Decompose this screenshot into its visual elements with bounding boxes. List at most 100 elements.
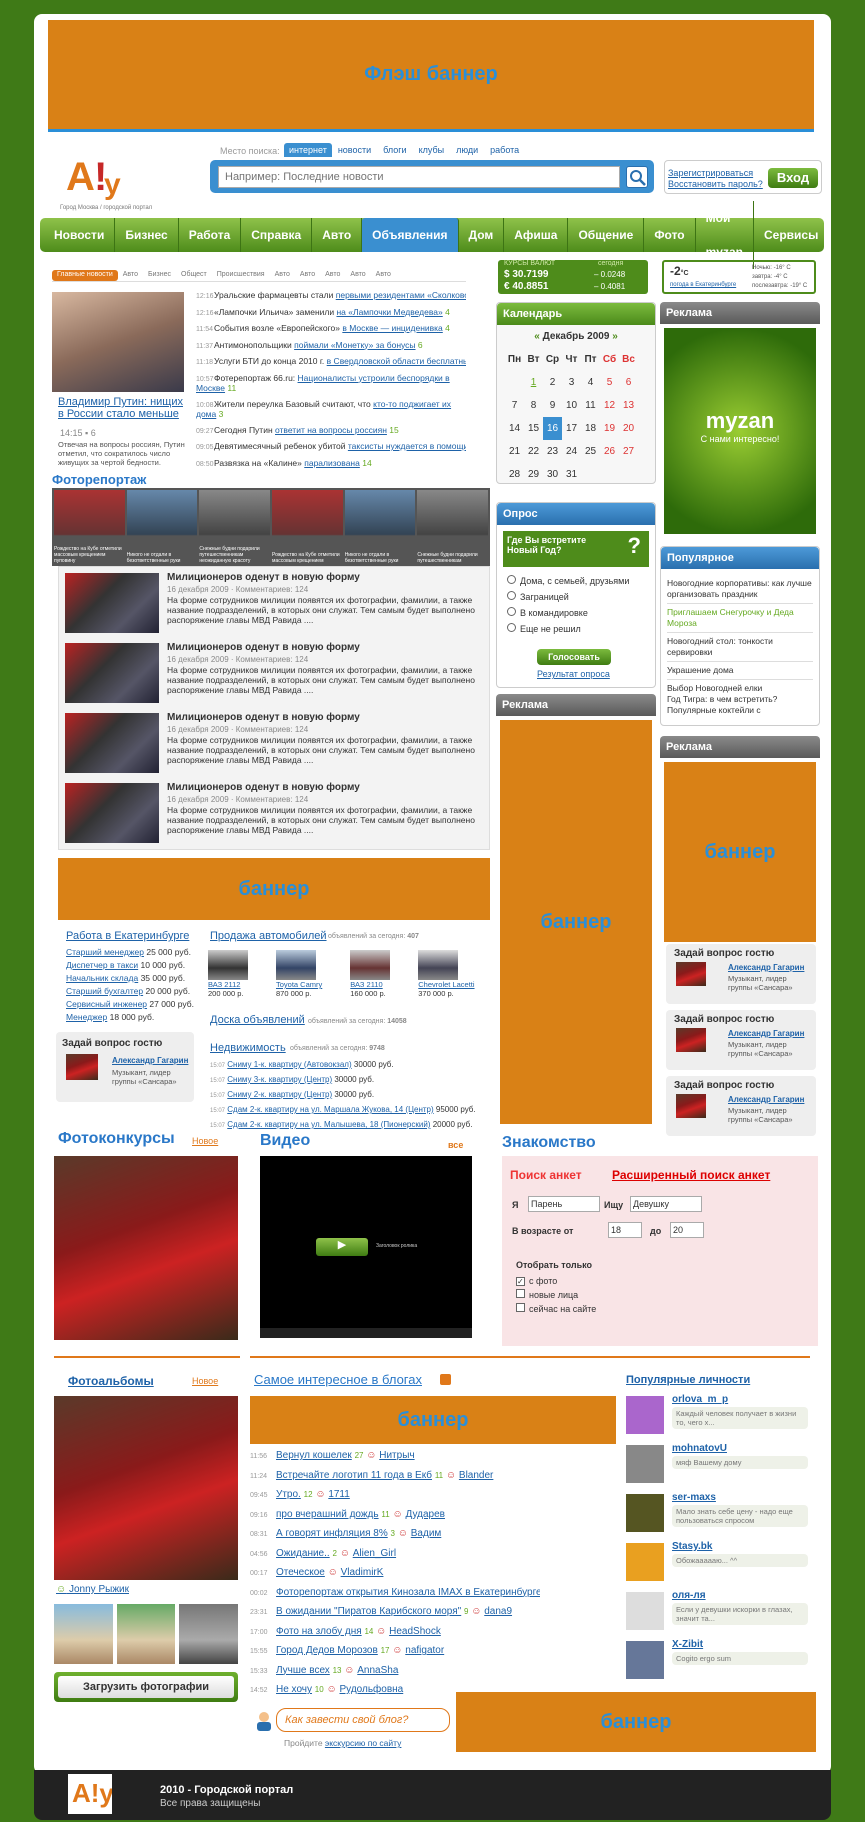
blog-post-link[interactable]: А говорят инфляция 8% bbox=[276, 1528, 388, 1539]
video-player[interactable]: ▶ Заголовок ролика bbox=[260, 1156, 472, 1338]
blog-post-link[interactable]: про вчерашний дождь bbox=[276, 1509, 379, 1520]
ask-guest-title[interactable]: Задай вопрос гостю bbox=[674, 1080, 774, 1091]
realty-item[interactable]: 15:07 Сдам 2-к. квартиру на ул. Малышева… bbox=[210, 1118, 476, 1133]
calendar-day[interactable]: 18 bbox=[581, 417, 600, 440]
calendar-day[interactable]: 28 bbox=[505, 463, 524, 486]
news-link[interactable]: ответит на вопросы россиян bbox=[275, 425, 387, 435]
calendar-day[interactable]: 30 bbox=[543, 463, 562, 486]
calendar-day[interactable]: 1 bbox=[524, 371, 543, 394]
article-photo[interactable] bbox=[65, 783, 159, 843]
article[interactable]: Милиционеров оденут в новую форму 16 дек… bbox=[59, 637, 489, 707]
blog-row[interactable]: 04:56 Ожидание.. 2 ☺ Alien_Girl bbox=[250, 1548, 540, 1568]
blog-author[interactable]: Нитрыч bbox=[379, 1450, 414, 1461]
job-item[interactable]: Диспетчер в такси 10 000 руб. bbox=[66, 959, 194, 972]
calendar-day[interactable]: 17 bbox=[562, 417, 581, 440]
next-month-icon[interactable]: » bbox=[612, 331, 618, 342]
calendar-day[interactable]: 13 bbox=[619, 394, 638, 417]
person-item[interactable]: orlova_m_p Каждый человек получает в жизн… bbox=[626, 1394, 816, 1443]
car-link[interactable]: ВАЗ 2112 bbox=[208, 980, 248, 989]
person-item[interactable]: X-Zibit Cogito ergo sum bbox=[626, 1639, 816, 1688]
job-item[interactable]: Старший менеджер 25 000 руб. bbox=[66, 946, 194, 959]
person-item[interactable]: ser-maxs Мало знать себе цену - надо еще … bbox=[626, 1492, 816, 1541]
person-avatar[interactable] bbox=[626, 1396, 664, 1434]
news-tab[interactable]: Авто bbox=[320, 270, 345, 281]
article[interactable]: Милиционеров оденут в новую форму 16 дек… bbox=[59, 567, 489, 637]
cars-title[interactable]: Продажа автомобилей bbox=[210, 930, 327, 942]
news-item[interactable]: 10:08Жители переулка Базовый считают, чт… bbox=[196, 399, 466, 425]
calendar-day[interactable]: 23 bbox=[543, 440, 562, 463]
photoreport-item[interactable]: Рождество на Кубе отметили массовым крещ… bbox=[54, 490, 125, 564]
flash-banner[interactable]: Флэш баннер bbox=[48, 20, 814, 132]
poll-results-link[interactable]: Результат опроса bbox=[537, 669, 610, 679]
album-author-name[interactable]: Jonny Рыжик bbox=[69, 1584, 129, 1595]
blog-row[interactable]: 08:31 А говорят инфляция 8% 3 ☺ Вадим bbox=[250, 1528, 540, 1548]
person-item[interactable]: mohnatovU мяф Вашему дому bbox=[626, 1443, 816, 1492]
realty-link[interactable]: Сниму 2-к. квартиру (Центр) bbox=[227, 1090, 332, 1099]
video-controls[interactable] bbox=[260, 1328, 472, 1338]
blog-row[interactable]: 00:02 Фоторепортаж открытия Кинозала IMAX… bbox=[250, 1587, 540, 1607]
job-item[interactable]: Менеджер 18 000 руб. bbox=[66, 1011, 194, 1024]
footer-logo[interactable]: A!y bbox=[68, 1774, 114, 1814]
article-photo[interactable] bbox=[65, 713, 159, 773]
blog-post-link[interactable]: Лучше всех bbox=[276, 1665, 330, 1676]
calendar-day[interactable]: 4 bbox=[581, 371, 600, 394]
realty-item[interactable]: 15:07 Сниму 1-к. квартиру (Автовокзал) 3… bbox=[210, 1058, 476, 1073]
news-item[interactable]: 12:16Уральские фармацевты стали первыми … bbox=[196, 290, 466, 307]
blog-post-link[interactable]: Встречайте логотип 11 года в Екб bbox=[276, 1470, 432, 1481]
realty-link[interactable]: Сдам 2-к. квартиру на ул. Малышева, 18 (… bbox=[227, 1120, 430, 1129]
news-link[interactable]: в Москве — инциденивка bbox=[342, 323, 442, 333]
nav-news[interactable]: Новости bbox=[44, 218, 116, 252]
search-tab-work[interactable]: работа bbox=[484, 143, 525, 157]
nav-services[interactable]: Сервисы bbox=[754, 218, 828, 252]
search-button[interactable] bbox=[626, 166, 648, 188]
dating-extended-link[interactable]: Расширенный поиск анкет bbox=[612, 1168, 770, 1182]
ask-guest-title[interactable]: Задай вопрос гостю bbox=[674, 1014, 774, 1025]
calendar-day[interactable]: 19 bbox=[600, 417, 619, 440]
popular-item[interactable]: Популярные коктейли с bbox=[667, 705, 813, 716]
blog-author[interactable]: Alien_Girl bbox=[353, 1548, 396, 1559]
calendar-day[interactable]: 8 bbox=[524, 394, 543, 417]
news-tab[interactable]: Авто bbox=[270, 270, 295, 281]
article-comments[interactable]: Комментариев: 124 bbox=[236, 585, 308, 594]
center-banner[interactable]: баннер bbox=[58, 858, 490, 920]
video-title[interactable]: Видео bbox=[260, 1132, 310, 1150]
car-link[interactable]: Toyota Camry bbox=[276, 980, 322, 989]
blog-post-link[interactable]: Утро. bbox=[276, 1489, 301, 1500]
albums-new-link[interactable]: Новое bbox=[192, 1376, 218, 1386]
calendar-day[interactable]: 15 bbox=[524, 417, 543, 440]
job-item[interactable]: Сервисный инженер 27 000 руб. bbox=[66, 998, 194, 1011]
realty-link[interactable]: Сниму 1-к. квартиру (Автовокзал) bbox=[227, 1060, 351, 1069]
prev-month-icon[interactable]: « bbox=[534, 331, 540, 342]
weather-city[interactable]: погода в Екатеринбурге bbox=[670, 282, 736, 288]
news-tab[interactable]: Происшествия bbox=[212, 270, 270, 281]
job-link[interactable]: Диспетчер в такси bbox=[66, 960, 138, 970]
albums-title[interactable]: Фотоальбомы bbox=[68, 1374, 154, 1388]
person-name[interactable]: ser-maxs bbox=[672, 1492, 716, 1503]
calendar-day[interactable]: 31 bbox=[562, 463, 581, 486]
photoreport-item[interactable]: Никого не отдали в безответственные руки bbox=[344, 490, 416, 564]
restore-password-link[interactable]: Восстановить пароль? bbox=[668, 179, 763, 189]
person-avatar[interactable] bbox=[626, 1494, 664, 1532]
news-tab[interactable]: Авто bbox=[345, 270, 370, 281]
lead-news-title[interactable]: Владимир Путин: нищих в России стало мен… bbox=[58, 396, 188, 420]
poll-option[interactable]: В командировке bbox=[507, 605, 655, 621]
register-link[interactable]: Зарегистрироваться bbox=[668, 168, 753, 178]
gender-select[interactable]: Парень bbox=[528, 1196, 600, 1212]
article[interactable]: Милиционеров оденут в новую форму 16 дек… bbox=[59, 707, 489, 777]
calendar-day[interactable]: 21 bbox=[505, 440, 524, 463]
guest-name[interactable]: Александр Гагарин bbox=[728, 1029, 804, 1038]
blog-row[interactable]: 09:16 про вчерашний дождь 11 ☺ Дударев bbox=[250, 1509, 540, 1529]
album-author[interactable]: ☺ Jonny Рыжик bbox=[56, 1584, 129, 1595]
calendar-day[interactable]: 10 bbox=[562, 394, 581, 417]
photocontest-photo[interactable] bbox=[54, 1156, 238, 1340]
popular-item[interactable]: Приглашаем Снегурочку и Деда Мороза bbox=[667, 604, 813, 633]
blog-author[interactable]: AnnaSha bbox=[357, 1665, 398, 1676]
poll-option[interactable]: Заграницей bbox=[507, 589, 655, 605]
blog-row[interactable]: 00:17 Отеческое ☺ VladimirK bbox=[250, 1567, 540, 1587]
news-link[interactable]: на «Лампочки Медведева» bbox=[336, 307, 442, 317]
checkbox-icon[interactable] bbox=[516, 1303, 525, 1312]
news-item[interactable]: 08:50Развязка на «Калине» парализована 1… bbox=[196, 458, 466, 475]
blog-author[interactable]: Рудольфовна bbox=[339, 1684, 403, 1695]
guest-avatar[interactable] bbox=[676, 962, 706, 986]
photoreport-item[interactable]: Никого не отдали в безответственные руки bbox=[126, 490, 198, 564]
